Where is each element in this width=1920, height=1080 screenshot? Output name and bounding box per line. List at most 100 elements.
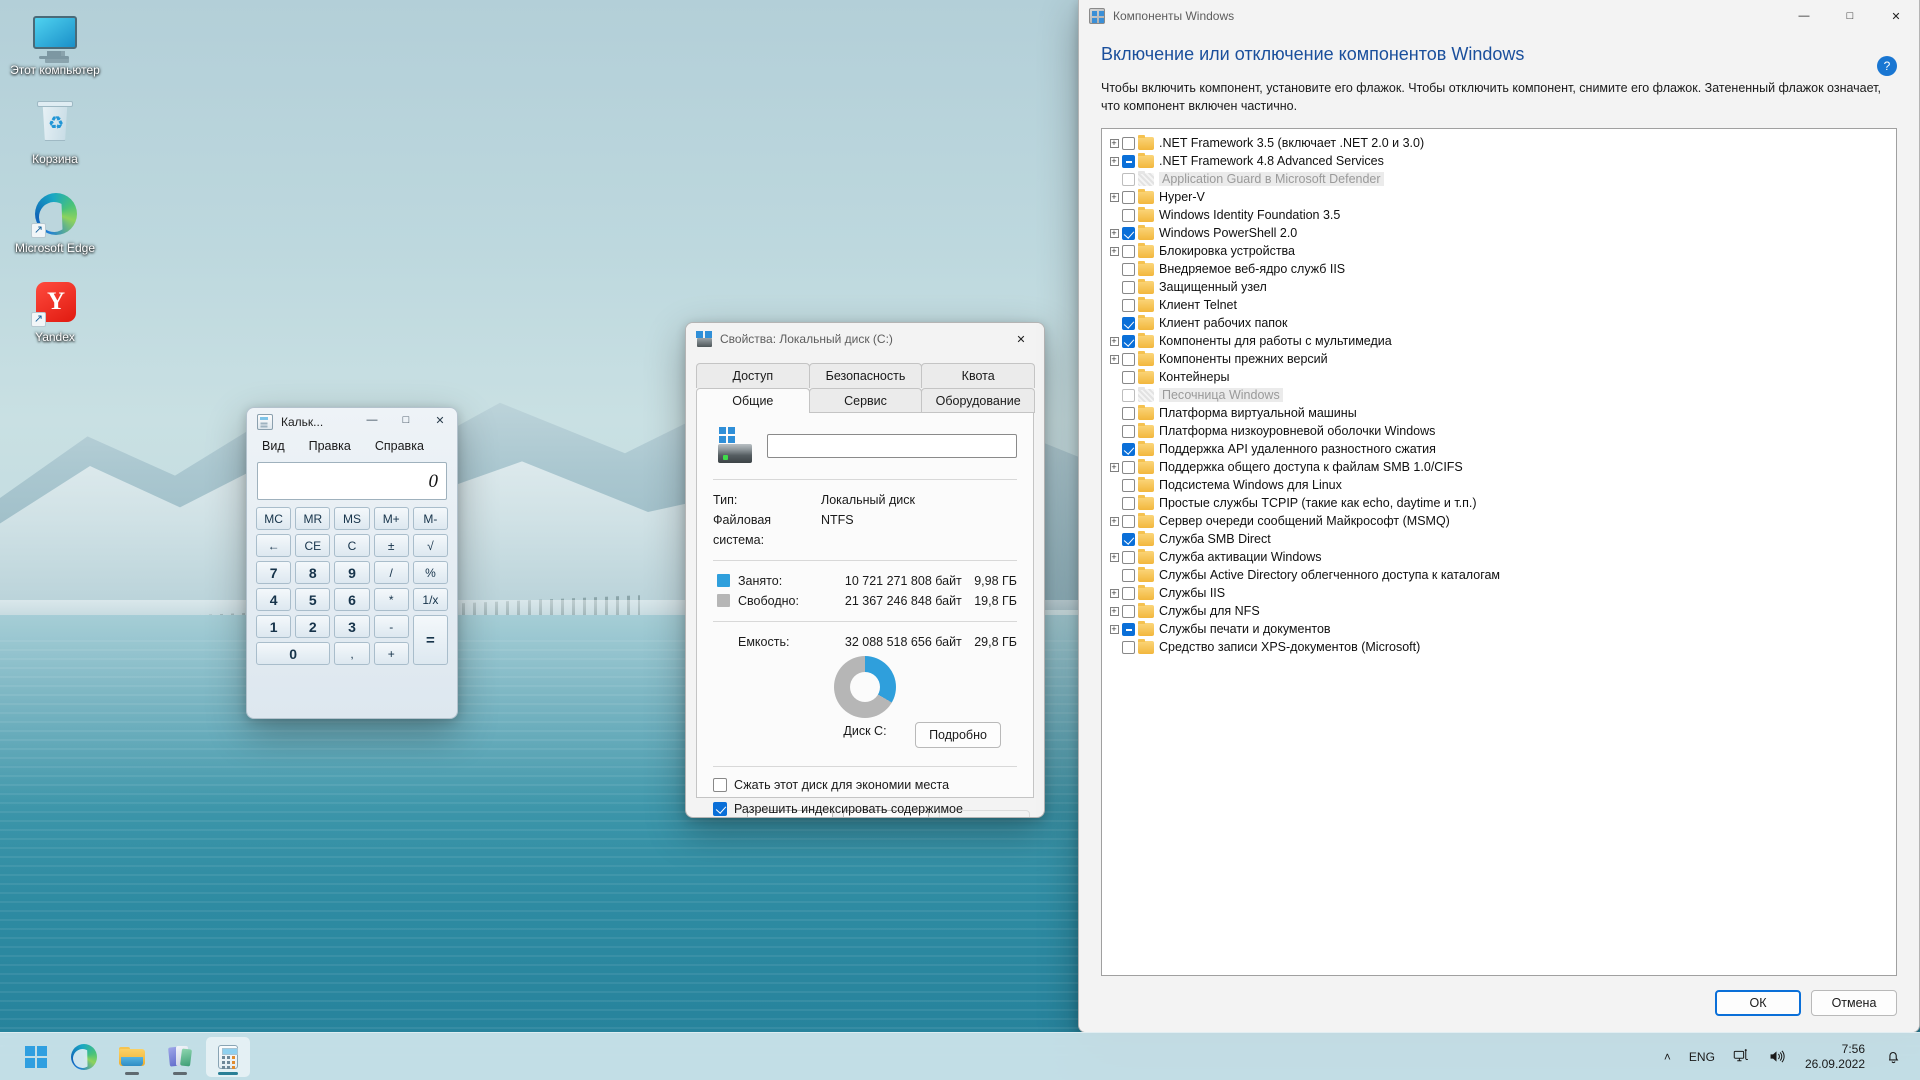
feature-checkbox[interactable] (1122, 190, 1135, 204)
index-contents-checkbox[interactable] (713, 802, 727, 816)
feature-checkbox[interactable] (1122, 568, 1135, 582)
calculator-close-button[interactable]: ✕ (423, 408, 457, 434)
tray-overflow-button[interactable]: ˄ (1656, 1037, 1679, 1077)
calc-button-3[interactable]: 3 (334, 615, 370, 638)
calc-button-7[interactable]: 7 (256, 561, 292, 584)
feature-checkbox[interactable] (1122, 244, 1135, 258)
expand-icon[interactable]: + (1106, 548, 1122, 566)
disk-properties-close-button[interactable]: ✕ (998, 323, 1044, 355)
expand-icon[interactable]: + (1106, 152, 1122, 170)
windows-features-maximize-button[interactable]: □ (1827, 0, 1873, 32)
taskbar-store-button[interactable] (158, 1037, 202, 1077)
taskbar-calculator-button[interactable] (206, 1036, 250, 1077)
feature-row[interactable]: + .NET Framework 3.5 (включает .NET 2.0 и… (1106, 134, 1894, 152)
calc-button-0[interactable]: 0 (256, 642, 331, 665)
feature-row[interactable]: Контейнеры (1106, 368, 1894, 386)
feature-row[interactable]: Платформа низкоуровневой оболочки Window… (1106, 422, 1894, 440)
calc-button-ms[interactable]: MS (334, 507, 370, 530)
feature-row[interactable]: + .NET Framework 4.8 Advanced Services (1106, 152, 1894, 170)
feature-checkbox[interactable] (1122, 460, 1135, 474)
feature-row[interactable]: + Службы IIS (1106, 584, 1894, 602)
windows-features-window[interactable]: Компоненты Windows — □ ✕ ? Включение или… (1078, 0, 1920, 1033)
calc-button-mc[interactable]: MC (256, 507, 292, 530)
feature-checkbox[interactable] (1122, 388, 1135, 402)
feature-checkbox[interactable] (1122, 424, 1135, 438)
expand-icon[interactable]: + (1106, 242, 1122, 260)
desktop-icon-this-pc[interactable]: Этот компьютер (5, 6, 105, 81)
expand-icon[interactable]: + (1106, 350, 1122, 368)
help-icon[interactable]: ? (1877, 56, 1897, 76)
feature-row[interactable]: + Поддержка общего доступа к файлам SMB 1… (1106, 458, 1894, 476)
calc-button-8[interactable]: 8 (295, 561, 331, 584)
calc-button-c[interactable]: C (334, 534, 370, 557)
feature-row[interactable]: + Windows PowerShell 2.0 (1106, 224, 1894, 242)
calc-button-mplus[interactable]: M+ (373, 507, 409, 530)
tab-sharing[interactable]: Доступ (696, 363, 810, 388)
feature-row[interactable]: Подсистема Windows для Linux (1106, 476, 1894, 494)
feature-checkbox[interactable] (1122, 586, 1135, 600)
tab-hardware[interactable]: Оборудование (921, 388, 1036, 413)
feature-checkbox[interactable] (1122, 298, 1135, 312)
windows-features-close-button[interactable]: ✕ (1873, 0, 1919, 32)
compress-drive-checkbox-row[interactable]: Сжать этот диск для экономии места (713, 777, 1017, 793)
expand-icon[interactable]: + (1106, 620, 1122, 638)
calc-button-backspace[interactable]: ← (256, 534, 292, 557)
feature-checkbox[interactable] (1122, 262, 1135, 276)
feature-row[interactable]: Windows Identity Foundation 3.5 (1106, 206, 1894, 224)
calc-button-subtract[interactable]: - (373, 615, 409, 638)
feature-checkbox[interactable] (1122, 550, 1135, 564)
feature-checkbox[interactable] (1122, 640, 1135, 654)
feature-checkbox[interactable] (1122, 622, 1135, 636)
expand-icon[interactable]: + (1106, 458, 1122, 476)
tab-security[interactable]: Безопасность (808, 363, 923, 388)
feature-checkbox[interactable] (1122, 172, 1135, 186)
menu-item-edit[interactable]: Правка (306, 438, 354, 454)
disk-properties-window[interactable]: Свойства: Локальный диск (C:) ✕ Доступ Б… (685, 322, 1045, 818)
feature-checkbox[interactable] (1122, 370, 1135, 384)
volume-label-input[interactable] (767, 434, 1017, 458)
calculator-minimize-button[interactable]: — (355, 408, 389, 434)
feature-checkbox[interactable] (1122, 406, 1135, 420)
calc-button-sqrt[interactable]: √ (412, 534, 448, 557)
feature-row[interactable]: + Компоненты для работы с мультимедиа (1106, 332, 1894, 350)
calc-button-negate[interactable]: ± (373, 534, 409, 557)
feature-row[interactable]: Клиент рабочих папок (1106, 314, 1894, 332)
details-button[interactable]: Подробно (915, 722, 1001, 748)
volume-icon[interactable] (1760, 1037, 1793, 1077)
feature-checkbox[interactable] (1122, 316, 1135, 330)
feature-row[interactable]: Внедряемое веб-ядро служб IIS (1106, 260, 1894, 278)
taskbar-file-explorer-button[interactable] (110, 1037, 154, 1077)
calc-button-equals[interactable]: = (412, 615, 448, 665)
calc-button-divide[interactable]: / (373, 561, 409, 584)
tab-quota[interactable]: Квота (921, 363, 1036, 388)
feature-row[interactable]: + Hyper-V (1106, 188, 1894, 206)
features-tree[interactable]: + .NET Framework 3.5 (включает .NET 2.0 и… (1101, 128, 1897, 976)
calc-button-percent[interactable]: % (412, 561, 448, 584)
calc-button-add[interactable]: + (373, 642, 409, 665)
feature-row[interactable]: + Служба активации Windows (1106, 548, 1894, 566)
feature-row[interactable]: Платформа виртуальной машины (1106, 404, 1894, 422)
feature-checkbox[interactable] (1122, 280, 1135, 294)
expand-icon[interactable]: + (1106, 584, 1122, 602)
menu-item-view[interactable]: Вид (259, 438, 288, 454)
desktop-icon-microsoft-edge[interactable]: ↗ Microsoft Edge (5, 184, 105, 259)
feature-row[interactable]: Средство записи XPS-документов (Microsof… (1106, 638, 1894, 656)
feature-row[interactable]: Клиент Telnet (1106, 296, 1894, 314)
feature-row[interactable]: Защищенный узел (1106, 278, 1894, 296)
feature-checkbox[interactable] (1122, 442, 1135, 456)
tab-general[interactable]: Общие (696, 388, 810, 413)
calc-button-multiply[interactable]: * (373, 588, 409, 611)
windows-features-minimize-button[interactable]: — (1781, 0, 1827, 32)
calc-button-ce[interactable]: CE (295, 534, 331, 557)
taskbar-edge-button[interactable] (62, 1037, 106, 1077)
feature-row[interactable]: + Службы для NFS (1106, 602, 1894, 620)
feature-row[interactable]: + Службы печати и документов (1106, 620, 1894, 638)
calculator-window[interactable]: Кальк... — □ ✕ Вид Правка Справка 0 MC M… (246, 407, 458, 719)
feature-row[interactable]: Поддержка API удаленного разностного сжа… (1106, 440, 1894, 458)
disk-properties-titlebar[interactable]: Свойства: Локальный диск (C:) ✕ (686, 323, 1044, 355)
expand-icon[interactable]: + (1106, 134, 1122, 152)
feature-row[interactable]: Application Guard в Microsoft Defender (1106, 170, 1894, 188)
feature-row[interactable]: Простые службы TCPIP (такие как echo, da… (1106, 494, 1894, 512)
feature-checkbox[interactable] (1122, 496, 1135, 510)
menu-item-help[interactable]: Справка (372, 438, 427, 454)
